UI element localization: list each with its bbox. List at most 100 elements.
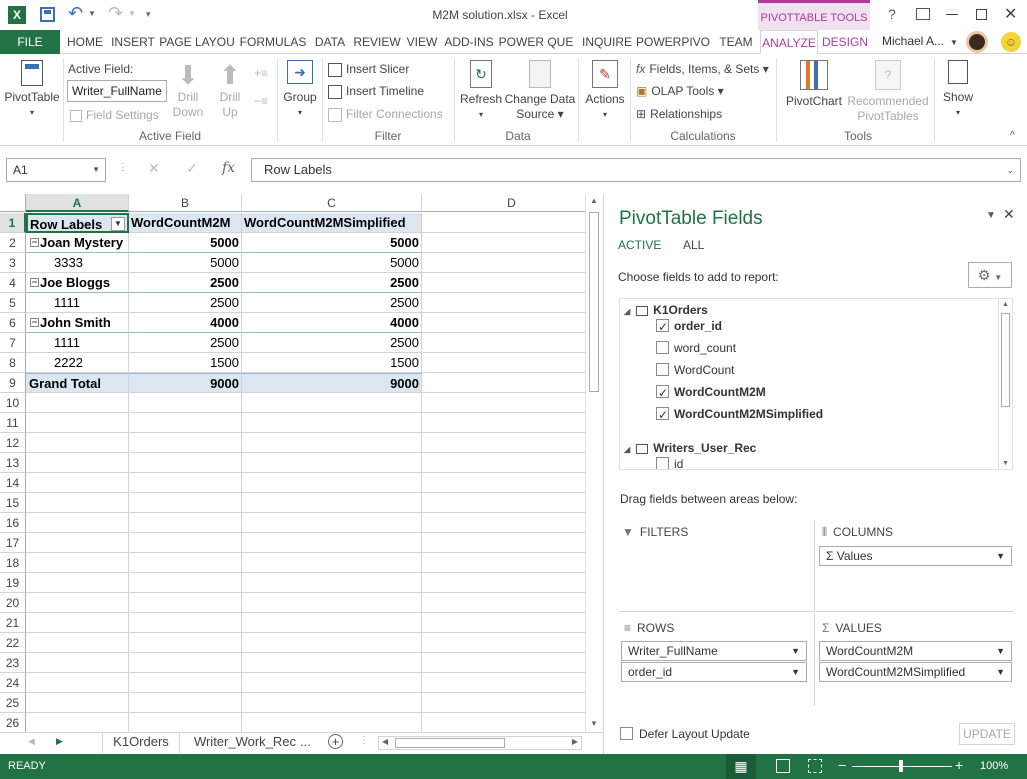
maximize-icon[interactable] [976,9,987,20]
columns-values-field[interactable]: Σ Values ▼ [819,546,1012,566]
sheet-tab-k1orders[interactable]: K1Orders [102,733,180,753]
field-list[interactable]: ◢K1Ordersorder_idword_countWordCountWord… [619,298,1013,470]
user-dropdown-icon[interactable]: ▼ [950,38,958,47]
row-header[interactable]: 19 [0,573,26,593]
row-header[interactable]: 21 [0,613,26,633]
pivot-value-wordcountm2msimplified[interactable]: 2500 [242,333,422,353]
grid-cell[interactable] [422,533,602,553]
pivotchart-button[interactable]: PivotChart [782,60,846,109]
grid-cell[interactable] [422,433,602,453]
grid-cell[interactable] [422,673,602,693]
zoom-in-icon[interactable]: + [955,757,963,773]
grid-cell[interactable] [129,713,242,732]
field-checkbox[interactable] [656,341,669,354]
grid-cell[interactable] [26,713,129,732]
insert-function-icon[interactable]: fx [222,160,235,176]
grid-cell[interactable] [242,553,422,573]
pivot-value-wordcountm2msimplified[interactable]: 9000 [242,373,422,393]
save-icon[interactable] [40,7,55,22]
tab-add-ins[interactable]: ADD-INS [442,30,496,54]
zoom-slider-thumb[interactable] [899,760,903,772]
grid-cell[interactable] [129,533,242,553]
help-icon[interactable]: ? [888,6,896,22]
grid-cell[interactable] [422,233,602,253]
pivot-value-wordcountm2m[interactable]: 2500 [129,273,242,293]
pane-options-icon[interactable]: ▼ [986,210,996,221]
pivot-row-item-label[interactable]: 2222 [26,353,129,373]
tab-review[interactable]: REVIEW [352,30,402,54]
grid-cell[interactable] [422,273,602,293]
grid-cell[interactable] [422,473,602,493]
values-field-wordcountm2msimplified[interactable]: WordCountM2MSimplified ▼ [819,662,1012,682]
grid-cell[interactable] [422,253,602,273]
tab-powerpivot[interactable]: POWERPIVO [636,30,710,54]
pivot-row-item-label[interactable]: 1111 [26,333,129,353]
worksheet-grid[interactable]: A B C D 1 2 3 4 5 6 7 8 9 10 11 12 13 14 15 16 17 18 19 20 2… [0,194,603,732]
pivot-value-wordcountm2msimplified[interactable]: 5000 [242,233,422,253]
grid-cell[interactable] [129,653,242,673]
row-header[interactable]: 13 [0,453,26,473]
ribbon-display-icon[interactable] [916,8,930,20]
zoom-level[interactable]: 100% [980,760,1008,772]
row-header[interactable]: 16 [0,513,26,533]
pivot-value-wordcountm2msimplified[interactable]: 4000 [242,313,422,333]
rows-field-order-id[interactable]: order_id ▼ [621,662,807,682]
grid-cell[interactable] [242,533,422,553]
grid-cell[interactable] [242,393,422,413]
row-header[interactable]: 7 [0,333,26,353]
column-header-c[interactable]: C [242,194,422,212]
pivot-value-wordcountm2m[interactable]: 1500 [129,353,242,373]
grid-cell[interactable] [26,393,129,413]
grid-cell[interactable] [129,613,242,633]
tab-home[interactable]: HOME [62,30,108,54]
field-checkbox[interactable] [656,404,669,426]
avatar[interactable] [966,31,988,53]
row-header[interactable]: 4 [0,273,26,293]
grid-cell[interactable] [422,413,602,433]
scroll-thumb[interactable] [589,212,599,392]
field-table-header[interactable]: ◢ Writers_User_Rec [624,437,756,459]
grid-cell[interactable] [242,633,422,653]
grid-cell[interactable] [129,553,242,573]
field-item[interactable]: WordCountM2MSimplified [656,403,823,426]
change-data-source-button[interactable]: Change Data Source ▾ [504,60,576,122]
pivot-value-wordcountm2m[interactable]: 4000 [129,313,242,333]
pivot-value-wordcountm2m[interactable]: 5000 [129,253,242,273]
grid-cell[interactable] [422,393,602,413]
grid-cell[interactable] [422,593,602,613]
field-checkbox[interactable] [656,457,669,469]
grid-cell[interactable] [129,633,242,653]
grid-cell[interactable] [422,313,602,333]
field-item[interactable]: word_count [656,337,736,359]
field-scroll-up-icon[interactable]: ▲ [1002,301,1009,308]
undo-dropdown-icon[interactable]: ▼ [88,9,96,18]
grid-cell[interactable] [422,373,602,393]
grid-cell[interactable] [26,493,129,513]
rows-field-writer-fullname[interactable]: Writer_FullName ▼ [621,641,807,661]
pivot-value-wordcountm2msimplified[interactable]: 2500 [242,293,422,313]
row-header[interactable]: 18 [0,553,26,573]
page-break-view-icon[interactable] [808,759,822,773]
group-button[interactable]: ➜ Group ▾ [280,60,320,120]
smiley-icon[interactable]: ☺ [1001,32,1021,52]
pivottable-button[interactable]: PivotTable ▾ [2,60,62,120]
field-scroll-down-icon[interactable]: ▼ [1002,460,1009,467]
grid-cell[interactable] [242,433,422,453]
tab-insert[interactable]: INSERT [110,30,156,54]
tab-data[interactable]: DATA [310,30,350,54]
row-header[interactable]: 1 [0,213,26,233]
olap-tools-button[interactable]: ▣ OLAP Tools ▾ [636,82,724,100]
grid-cell[interactable] [242,453,422,473]
grid-cell[interactable] [26,673,129,693]
pivot-row-group-label[interactable]: − John Smith [26,313,129,333]
collapse-ribbon-icon[interactable]: ^ [1010,130,1015,141]
hscroll-thumb[interactable] [395,738,505,748]
grid-cell[interactable] [242,693,422,713]
grid-cell[interactable] [26,533,129,553]
user-name[interactable]: Michael A... [882,34,944,48]
row-header[interactable]: 26 [0,713,26,732]
row-header[interactable]: 14 [0,473,26,493]
defer-layout-checkbox[interactable] [620,727,633,740]
row-header[interactable]: 3 [0,253,26,273]
grid-cell[interactable] [26,553,129,573]
